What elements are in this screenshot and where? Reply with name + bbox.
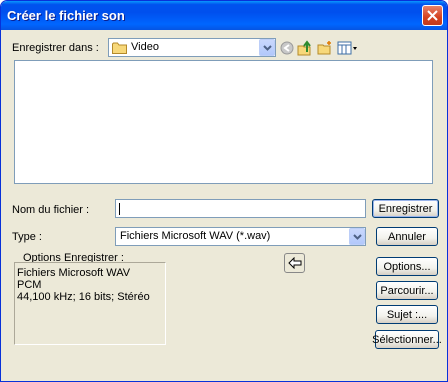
up-folder-button[interactable] — [296, 39, 314, 57]
folder-icon — [112, 42, 128, 57]
subject-button[interactable]: Sujet :... — [376, 305, 438, 324]
title-bar[interactable]: Créer le fichier son — [1, 1, 447, 30]
file-type-label: Type : — [12, 231, 42, 243]
save-in-label: Enregistrer dans : — [12, 42, 99, 54]
save-sound-dialog: Créer le fichier son Enregistrer dans : … — [0, 0, 448, 382]
back-button[interactable] — [278, 39, 296, 57]
close-icon — [427, 10, 438, 21]
save-button[interactable]: Enregistrer — [372, 199, 439, 218]
views-menu-icon — [337, 41, 357, 55]
left-arrow-icon — [287, 257, 301, 269]
chevron-down-icon — [352, 233, 362, 240]
file-type-dropdown-button[interactable] — [349, 228, 365, 245]
options-button[interactable]: Options... — [376, 257, 438, 276]
file-name-input[interactable] — [115, 199, 366, 218]
file-type-value: Fichiers Microsoft WAV (*.wav) — [120, 230, 271, 242]
views-menu-button[interactable] — [336, 39, 360, 57]
options-format-line: Fichiers Microsoft WAV — [17, 267, 131, 279]
file-type-combobox[interactable]: Fichiers Microsoft WAV (*.wav) — [115, 227, 366, 246]
select-button[interactable]: Sélectionner... — [372, 330, 442, 349]
window-title: Créer le fichier son — [7, 8, 125, 23]
save-in-value: Video — [131, 41, 159, 53]
options-attributes-line: 44,100 kHz; 16 bits; Stéréo — [17, 291, 150, 303]
close-button[interactable] — [422, 5, 443, 26]
file-list[interactable] — [14, 60, 433, 184]
chevron-down-icon — [262, 44, 272, 51]
options-codec-line: PCM — [17, 279, 42, 291]
back-icon — [280, 41, 294, 55]
text-caret — [119, 203, 120, 215]
up-folder-icon — [297, 40, 311, 56]
browse-button[interactable]: Parcourir... — [376, 281, 438, 300]
apply-arrow-button[interactable] — [284, 253, 305, 273]
new-folder-button[interactable] — [316, 39, 334, 57]
save-in-dropdown-button[interactable] — [259, 39, 275, 56]
save-in-combobox[interactable]: Video — [108, 38, 276, 57]
file-name-label: Nom du fichier : — [12, 204, 90, 216]
cancel-button[interactable]: Annuler — [376, 227, 438, 246]
save-options-box: Fichiers Microsoft WAV PCM 44,100 kHz; 1… — [14, 262, 166, 345]
new-folder-icon — [317, 41, 331, 55]
